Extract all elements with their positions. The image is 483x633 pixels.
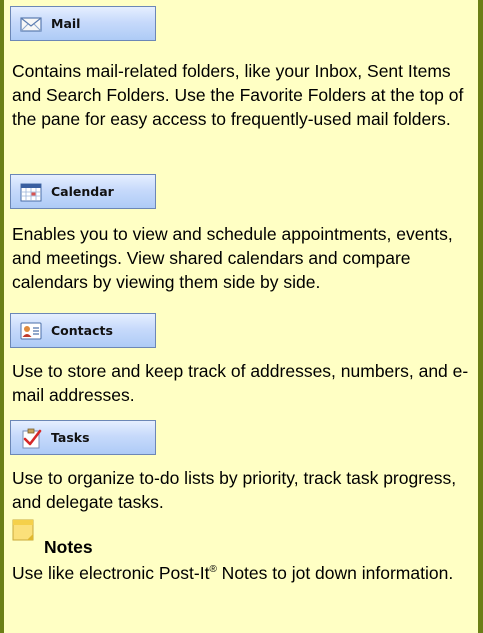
- mail-button[interactable]: Mail: [10, 6, 156, 41]
- notes-title: Notes: [44, 537, 93, 557]
- notes-description: Use like electronic Post-It® Notes to jo…: [12, 561, 474, 585]
- contacts-button-label: Contacts: [51, 323, 113, 338]
- contacts-description: Use to store and keep track of addresses…: [12, 361, 469, 405]
- notes-description-start: Use like electronic Post-It: [12, 563, 210, 583]
- calendar-icon: [19, 180, 43, 204]
- calendar-button[interactable]: Calendar: [10, 174, 156, 209]
- sticky-note-icon: [11, 518, 35, 542]
- contact-card-icon: [19, 319, 43, 343]
- tasks-description: Use to organize to-do lists by priority,…: [12, 468, 457, 512]
- calendar-description: Enables you to view and schedule appoint…: [12, 224, 453, 292]
- calendar-button-label: Calendar: [51, 184, 114, 199]
- task-checkmark-icon: [19, 426, 43, 450]
- mail-button-label: Mail: [51, 16, 81, 31]
- mail-description: Contains mail-related folders, like your…: [12, 61, 464, 129]
- tasks-button[interactable]: Tasks: [10, 420, 156, 455]
- registered-mark: ®: [209, 564, 217, 576]
- mail-envelope-icon: [19, 12, 43, 36]
- outlook-nav-help-panel: Mail Contains mail-related folders, like…: [4, 0, 478, 633]
- tasks-button-label: Tasks: [51, 430, 90, 445]
- contacts-button[interactable]: Contacts: [10, 313, 156, 348]
- notes-description-end: Notes to jot down information.: [216, 563, 454, 583]
